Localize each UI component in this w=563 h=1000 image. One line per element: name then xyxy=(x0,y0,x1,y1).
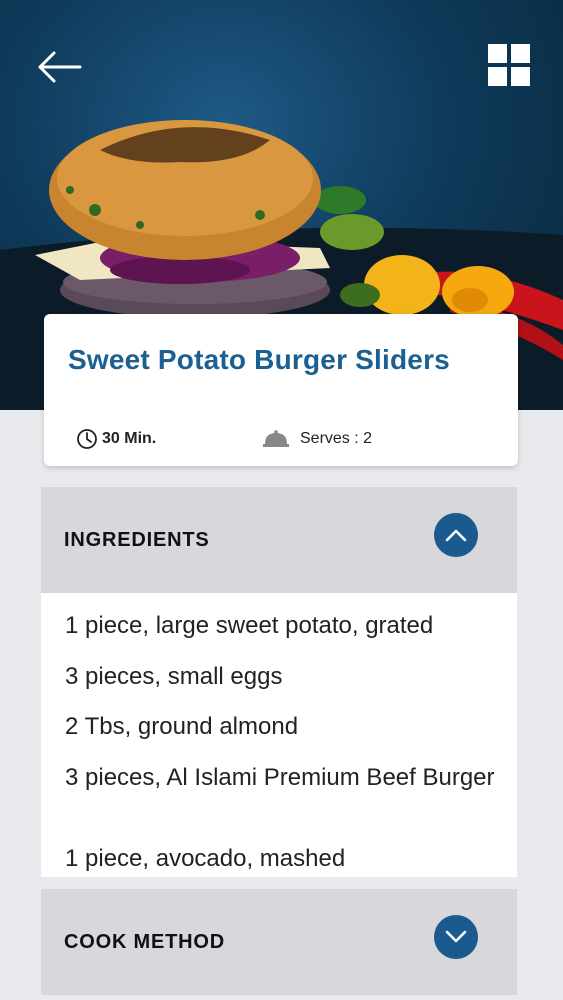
cook-method-label: COOK METHOD xyxy=(64,931,226,953)
expand-button[interactable] xyxy=(434,915,478,959)
list-item: 3 pieces, Al Islami Premium Beef Burger xyxy=(65,764,495,791)
back-arrow-icon xyxy=(38,51,82,83)
back-button[interactable] xyxy=(36,50,92,94)
recipe-title-card: Sweet Potato Burger Sliders 30 Min. Serv… xyxy=(44,314,518,466)
grid-menu-button[interactable] xyxy=(486,42,532,88)
list-item: 3 pieces, small eggs xyxy=(65,663,283,690)
ingredients-label: INGREDIENTS xyxy=(64,529,210,551)
servings: Serves : 2 xyxy=(262,429,372,449)
ingredients-list: 1 piece, large sweet potato, grated 3 pi… xyxy=(41,593,517,877)
cook-time: 30 Min. xyxy=(76,428,156,450)
list-item: 2 Tbs, ground almond xyxy=(65,713,299,740)
recipe-meta: 30 Min. Serves : 2 xyxy=(76,426,372,452)
serving-dish-icon xyxy=(263,430,289,447)
servings-value: Serves : 2 xyxy=(300,430,373,447)
clock-icon xyxy=(77,429,97,449)
list-item: 1 piece, avocado, mashed xyxy=(65,845,346,872)
collapse-button[interactable] xyxy=(434,513,478,557)
chevron-up-icon xyxy=(445,529,467,542)
recipe-title: Sweet Potato Burger Sliders xyxy=(68,344,450,375)
list-item: 1 piece, large sweet potato, grated xyxy=(65,612,434,639)
chevron-down-icon xyxy=(445,930,467,943)
grid-icon xyxy=(488,44,530,86)
ingredients-section-header[interactable]: INGREDIENTS xyxy=(41,487,517,593)
cook-method-section-header[interactable]: COOK METHOD xyxy=(41,889,517,995)
cook-time-value: 30 Min. xyxy=(102,430,157,447)
